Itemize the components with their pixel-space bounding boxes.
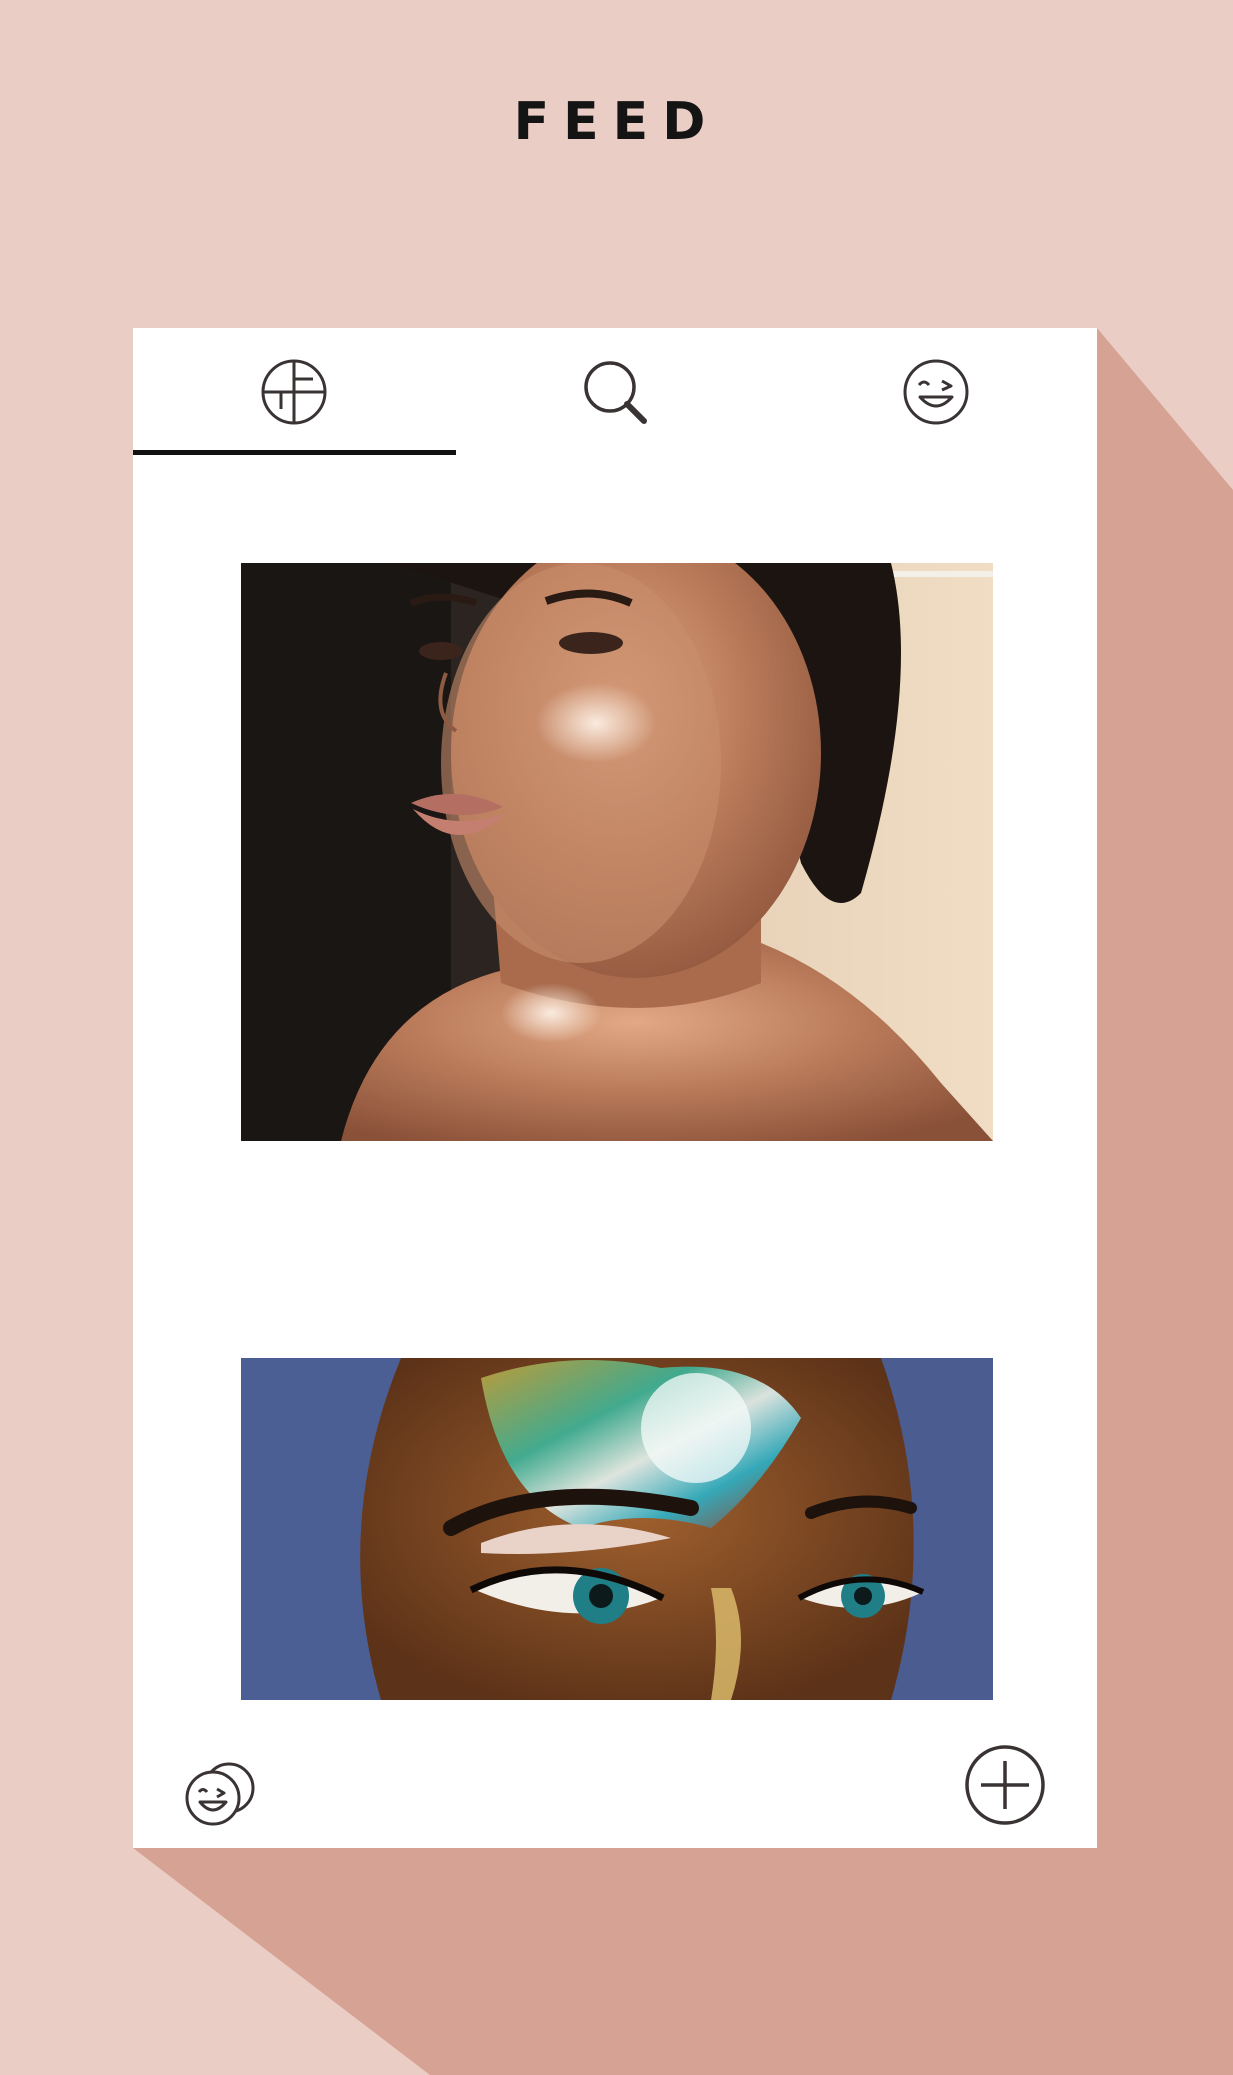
wink-face-icon: [903, 359, 968, 425]
profile-faces-icon: [185, 1762, 255, 1826]
eye-makeup-photo: [241, 1358, 993, 1700]
tab-profile[interactable]: [775, 328, 1096, 456]
feed-post-photo[interactable]: [241, 1358, 993, 1700]
feed-grid-icon: [261, 359, 326, 425]
tab-feed[interactable]: [133, 328, 454, 456]
add-post-icon: [965, 1745, 1045, 1825]
feed-card: [133, 328, 1097, 1848]
tab-search[interactable]: [454, 328, 775, 456]
feed-post-photo[interactable]: [241, 563, 993, 1141]
profile-faces-button[interactable]: [183, 1758, 257, 1828]
page-title: FEED: [513, 92, 720, 152]
portrait-photo: [241, 563, 993, 1141]
add-post-button[interactable]: [963, 1743, 1047, 1827]
search-icon: [583, 361, 647, 424]
active-tab-indicator: [133, 450, 456, 455]
